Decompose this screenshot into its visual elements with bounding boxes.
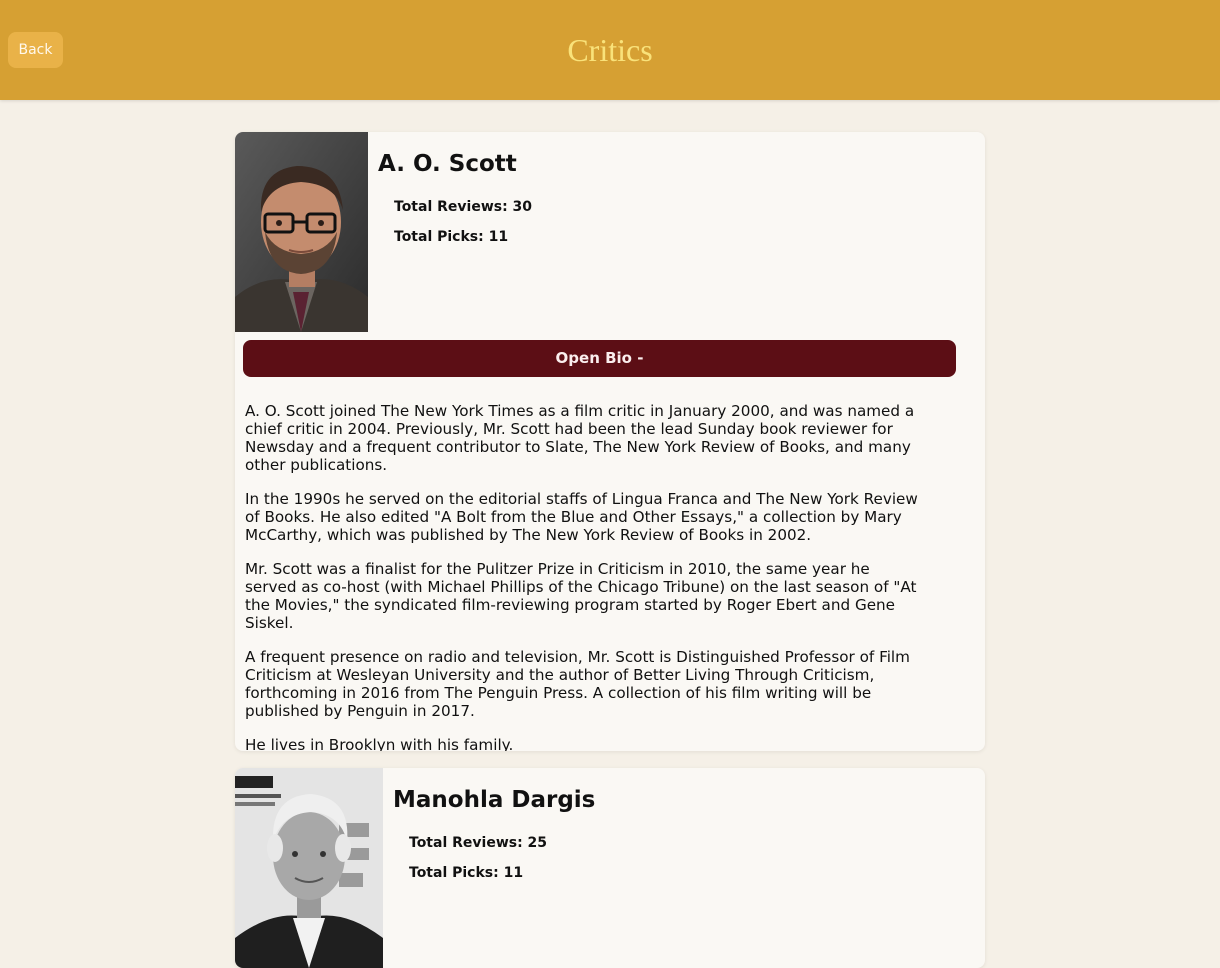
critic-name: Manohla Dargis bbox=[393, 787, 596, 813]
bio-paragraph: In the 1990s he served on the editorial … bbox=[245, 490, 918, 544]
total-picks: Total Picks: 11 bbox=[394, 229, 509, 245]
total-reviews: Total Reviews: 25 bbox=[409, 835, 548, 851]
critic-name: A. O. Scott bbox=[378, 151, 517, 177]
critic-photo bbox=[235, 132, 368, 332]
bio-paragraph: A. O. Scott joined The New York Times as… bbox=[245, 402, 915, 474]
critic-portrait-image bbox=[235, 132, 368, 332]
bio-paragraph: He lives in Brooklyn with his family. bbox=[245, 736, 514, 751]
critic-card: A. O. Scott Total Reviews: 30 Total Pick… bbox=[235, 132, 985, 751]
bio-paragraph: A frequent presence on radio and televis… bbox=[245, 648, 910, 720]
page-title: Critics bbox=[567, 32, 653, 68]
critic-portrait-image bbox=[235, 768, 383, 968]
critic-bio: A. O. Scott joined The New York Times as… bbox=[245, 402, 925, 751]
open-bio-button[interactable]: Open Bio - bbox=[243, 340, 956, 377]
total-reviews: Total Reviews: 30 bbox=[394, 199, 533, 215]
critic-card: Manohla Dargis Total Reviews: 25 Total P… bbox=[235, 768, 985, 968]
critic-photo bbox=[235, 768, 383, 968]
app-header: Back Critics bbox=[0, 0, 1220, 100]
total-picks: Total Picks: 11 bbox=[409, 865, 524, 881]
bio-paragraph: Mr. Scott was a finalist for the Pulitze… bbox=[245, 560, 917, 632]
